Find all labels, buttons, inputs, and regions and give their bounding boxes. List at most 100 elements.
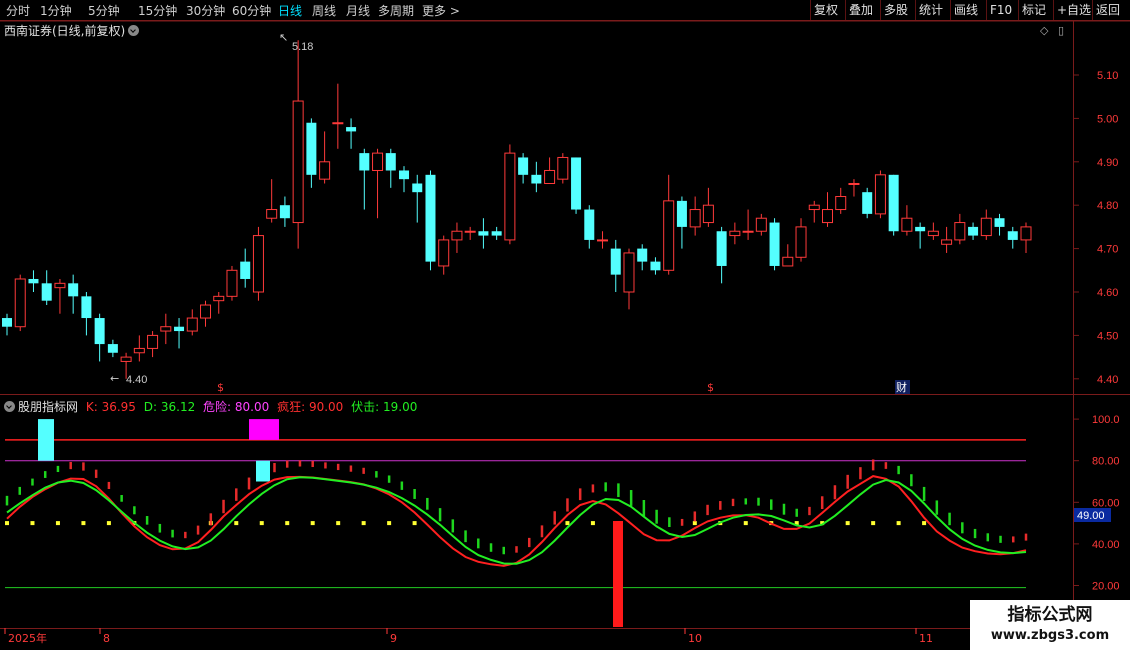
candle-body (28, 278, 39, 284)
candle-body (689, 209, 701, 228)
candle-body (729, 230, 741, 237)
candle-body (359, 153, 370, 171)
candle-body (412, 183, 423, 193)
candle-body (1007, 231, 1018, 240)
candle-body (663, 200, 675, 271)
signal-dot (692, 521, 697, 526)
danger-value: 危险: 80.00 (203, 400, 270, 414)
window-icon[interactable]: ▯ (1058, 24, 1064, 37)
candle-body (650, 261, 661, 271)
candle-body (491, 231, 502, 236)
time-tick-label: 8 (103, 632, 110, 645)
candle-body (41, 283, 52, 301)
signal-dot (106, 521, 111, 526)
signal-dot (285, 521, 290, 526)
candle-body (927, 230, 939, 237)
candle-body (319, 161, 331, 180)
indicator-tick-label: 100.0 (1092, 414, 1120, 426)
time-tick-label: 2025年 (8, 631, 47, 645)
candle-body (2, 318, 12, 327)
signal-dot (412, 521, 417, 526)
indicator-tick-label: 60.00 (1092, 497, 1120, 509)
candle-body (518, 157, 529, 175)
candle-body (557, 156, 569, 180)
candle-body (954, 222, 966, 241)
candle-body (676, 200, 687, 227)
candle-body (941, 239, 953, 245)
candle-body (14, 278, 26, 328)
signal-dot (30, 521, 35, 526)
signal-dot (259, 521, 264, 526)
candle-body (451, 230, 463, 241)
candle-body (346, 127, 357, 132)
candle-body (716, 231, 727, 266)
k-value: K: 36.95 (85, 400, 136, 414)
candle-body (147, 334, 159, 349)
candle-body (174, 326, 185, 332)
candle-body (464, 230, 476, 233)
high-price-arrow: ↖ (279, 31, 288, 44)
signal-bar-cyan (256, 460, 270, 482)
candle-body (610, 248, 621, 275)
signal-dot (234, 521, 239, 526)
candle-body (292, 100, 304, 224)
dividend-marker[interactable]: $ (707, 381, 714, 394)
candle-body (94, 318, 105, 345)
candle-body (133, 347, 145, 354)
signal-dot (565, 521, 570, 526)
signal-bar-red (613, 521, 623, 627)
candle-body (81, 296, 92, 319)
watermark-url: www.zbgs3.com (990, 628, 1110, 643)
candlestick-series (2, 40, 1032, 379)
candle-body (266, 209, 278, 219)
dropdown-icon[interactable] (4, 401, 15, 412)
signal-dot (336, 521, 341, 526)
candle-body (425, 174, 436, 262)
candle-body (623, 252, 635, 293)
candle-body (107, 344, 118, 353)
signal-dot (922, 521, 927, 526)
candle-body (68, 283, 79, 297)
dropdown-icon[interactable] (128, 25, 140, 36)
finance-marker[interactable]: 财 (896, 380, 907, 394)
candle-body (637, 248, 648, 262)
stock-name: 西南证券(日线,前复权) (4, 24, 126, 38)
candle-body (584, 209, 595, 240)
diamond-icon[interactable]: ◇ (1040, 24, 1049, 37)
candle-body (597, 239, 609, 242)
price-axis: 5.10 5.00 4.90 4.80 4.70 4.60 4.50 4.40 (1073, 70, 1118, 386)
d-value: D: 36.12 (143, 400, 196, 414)
candle-body (835, 196, 847, 211)
candle-body (240, 261, 251, 279)
candle-body (306, 122, 317, 175)
kline-chart[interactable]: 5.10 5.00 4.90 4.80 4.70 4.60 4.50 4.40 100.0 80… (0, 0, 1130, 650)
price-tick-label: 4.80 (1097, 200, 1118, 212)
candle-body (186, 317, 198, 332)
candle-body (994, 218, 1005, 227)
signal-dot (590, 521, 595, 526)
signal-dot (871, 521, 876, 526)
dividend-marker[interactable]: $ (217, 381, 224, 394)
price-tick-label: 5.00 (1097, 113, 1118, 125)
candle-body (888, 174, 899, 232)
candle-body (200, 304, 212, 319)
signal-dot (845, 521, 850, 526)
candle-body (702, 204, 714, 224)
price-tick-label: 4.60 (1097, 287, 1118, 299)
signal-dot (387, 521, 392, 526)
current-value-label: 49.00 (1077, 510, 1105, 522)
candle-body (874, 174, 886, 215)
candle-body (504, 152, 516, 241)
candle-body (782, 256, 794, 267)
candle-body (808, 204, 820, 211)
candle-body (755, 217, 767, 232)
candle-body (980, 217, 992, 237)
candle-body (54, 282, 66, 289)
candle-body (901, 217, 913, 232)
signal-bar-cyan (38, 419, 54, 461)
candle-body (372, 152, 384, 171)
watermark: 指标公式网 www.zbgs3.com (970, 600, 1130, 650)
low-price-label: 4.40 (126, 374, 147, 386)
indicator-name: 股朋指标网 (18, 400, 79, 414)
price-tick-label: 4.40 (1097, 374, 1118, 386)
